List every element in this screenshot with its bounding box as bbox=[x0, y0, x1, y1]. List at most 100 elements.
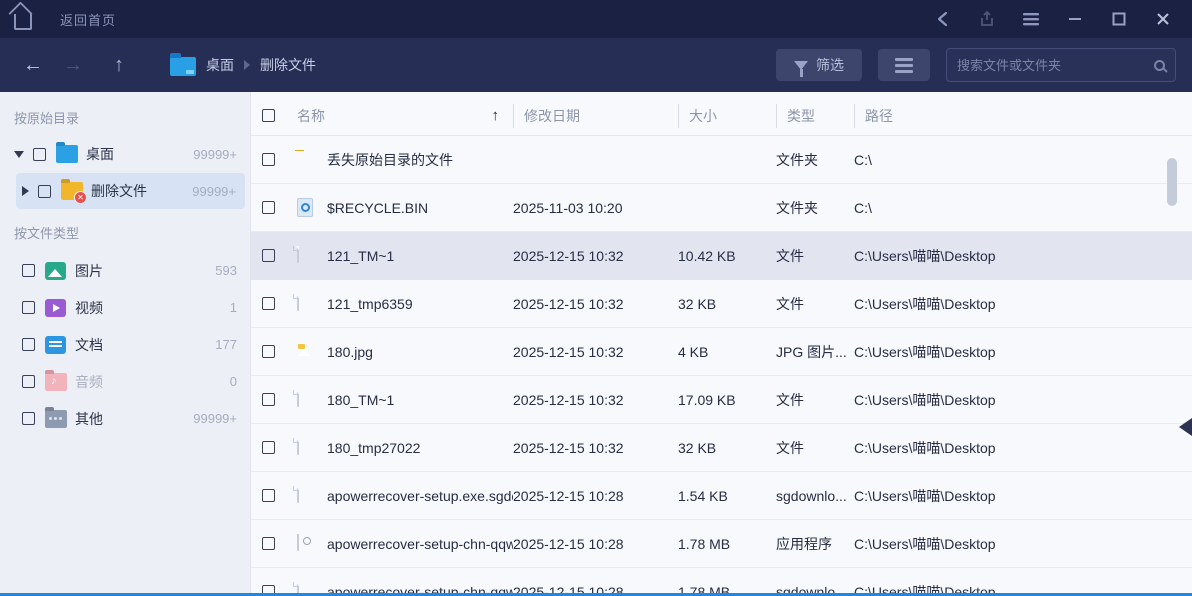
column-header-path[interactable]: 路径 bbox=[854, 96, 1192, 135]
sidebar-item-label: 视频 bbox=[75, 298, 103, 318]
file-path: C:\Users\喵喵\Desktop bbox=[854, 486, 1192, 506]
checkbox[interactable] bbox=[262, 441, 275, 454]
sort-ascending-icon[interactable]: ↑ bbox=[492, 107, 500, 124]
file-date: 2025-12-15 10:32 bbox=[513, 392, 678, 408]
item-count: 1 bbox=[230, 300, 237, 315]
checkbox[interactable] bbox=[262, 249, 275, 262]
checkbox[interactable] bbox=[262, 297, 275, 310]
checkbox[interactable] bbox=[22, 301, 35, 314]
filter-button[interactable]: 筛选 bbox=[776, 49, 862, 81]
checkbox[interactable] bbox=[262, 393, 275, 406]
file-date: 2025-12-15 10:32 bbox=[513, 344, 678, 360]
caret-right-icon[interactable] bbox=[22, 186, 29, 196]
file-path: C:\ bbox=[854, 152, 1192, 168]
table-row[interactable]: 121_tmp6359 2025-12-15 10:32 32 KB 文件 C:… bbox=[251, 280, 1192, 328]
recycle-bin-icon bbox=[297, 198, 313, 217]
item-count: 0 bbox=[230, 374, 237, 389]
table-row[interactable]: $RECYCLE.BIN 2025-11-03 10:20 文件夹 C:\ bbox=[251, 184, 1192, 232]
folder-icon bbox=[56, 145, 78, 163]
file-date: 2025-12-15 10:32 bbox=[513, 296, 678, 312]
search-icon[interactable] bbox=[1154, 60, 1165, 71]
table-row[interactable]: 丢失原始目录的文件 文件夹 C:\ bbox=[251, 136, 1192, 184]
sidebar-item-desktop[interactable]: 桌面 99999+ bbox=[0, 137, 250, 171]
sidebar-item-audio[interactable]: ♪ 音频 0 bbox=[0, 363, 250, 400]
search-input[interactable] bbox=[957, 58, 1154, 73]
maximize-icon[interactable] bbox=[1104, 6, 1134, 32]
menu-icon[interactable] bbox=[1016, 6, 1046, 32]
file-icon bbox=[297, 390, 299, 407]
column-header-type[interactable]: 类型 bbox=[776, 96, 854, 135]
table-row[interactable]: 180_TM~1 2025-12-15 10:32 17.09 KB 文件 C:… bbox=[251, 376, 1192, 424]
file-icon bbox=[297, 246, 299, 263]
file-type: 文件 bbox=[776, 246, 854, 266]
forward-button[interactable]: → bbox=[56, 54, 90, 77]
file-name: 180.jpg bbox=[327, 344, 373, 360]
sidebar-item-deleted-files[interactable]: ✕ 删除文件 99999+ bbox=[16, 173, 245, 209]
sidebar-item-others[interactable]: 其他 99999+ bbox=[0, 400, 250, 437]
table-row[interactable]: apowerrecover-setup-chn-qqw... 2025-12-1… bbox=[251, 568, 1192, 596]
file-name: 丢失原始目录的文件 bbox=[327, 150, 453, 170]
file-size: 10.42 KB bbox=[678, 248, 776, 264]
checkbox[interactable] bbox=[38, 185, 51, 198]
file-size: 1.78 MB bbox=[678, 536, 776, 552]
breadcrumb-deleted-files[interactable]: 删除文件 bbox=[260, 55, 316, 75]
table-header: 名称 ↑ 修改日期 大小 类型 路径 bbox=[251, 96, 1192, 136]
file-name: 121_TM~1 bbox=[327, 248, 394, 264]
checkbox[interactable] bbox=[22, 264, 35, 277]
file-name: 180_TM~1 bbox=[327, 392, 394, 408]
breadcrumb: 桌面 删除文件 bbox=[170, 54, 316, 76]
table-row-selected[interactable]: 121_TM~1 2025-12-15 10:32 10.42 KB 文件 C:… bbox=[251, 232, 1192, 280]
view-menu-button[interactable] bbox=[878, 49, 930, 81]
breadcrumb-desktop[interactable]: 桌面 bbox=[206, 55, 234, 75]
select-all-checkbox[interactable] bbox=[262, 109, 275, 122]
table-row[interactable]: 180_tmp27022 2025-12-15 10:32 32 KB 文件 C… bbox=[251, 424, 1192, 472]
file-size: 32 KB bbox=[678, 440, 776, 456]
home-button[interactable]: 返回首页 bbox=[14, 8, 116, 30]
close-icon[interactable] bbox=[1148, 6, 1178, 32]
file-type: 文件夹 bbox=[776, 150, 854, 170]
deleted-folder-icon: ✕ bbox=[61, 182, 83, 200]
column-header-date[interactable]: 修改日期 bbox=[513, 96, 678, 135]
file-date: 2025-12-15 10:28 bbox=[513, 488, 678, 504]
share-icon[interactable] bbox=[928, 6, 958, 32]
home-icon bbox=[14, 14, 32, 30]
sidebar: 按原始目录 桌面 99999+ ✕ 删除文件 99999+ 按文件类型 图片 bbox=[0, 92, 251, 596]
checkbox[interactable] bbox=[33, 148, 46, 161]
sidebar-item-documents[interactable]: 文档 177 bbox=[0, 326, 250, 363]
column-header-size[interactable]: 大小 bbox=[678, 96, 776, 135]
minimize-icon[interactable] bbox=[1060, 6, 1090, 32]
checkbox[interactable] bbox=[262, 345, 275, 358]
file-type: JPG 图片... bbox=[776, 342, 854, 362]
sidebar-item-images[interactable]: 图片 593 bbox=[0, 252, 250, 289]
table-row[interactable]: apowerrecover-setup.exe.sgdo... 2025-12-… bbox=[251, 472, 1192, 520]
funnel-icon bbox=[794, 61, 808, 70]
file-name: $RECYCLE.BIN bbox=[327, 200, 428, 216]
checkbox[interactable] bbox=[262, 201, 275, 214]
file-icon bbox=[297, 486, 299, 503]
item-count: 99999+ bbox=[193, 411, 237, 426]
caret-down-icon[interactable] bbox=[14, 151, 24, 158]
file-path: C:\Users\喵喵\Desktop bbox=[854, 438, 1192, 458]
file-type: 文件 bbox=[776, 294, 854, 314]
checkbox[interactable] bbox=[22, 412, 35, 425]
collapse-panel-arrow-icon[interactable] bbox=[1179, 418, 1192, 436]
checkbox[interactable] bbox=[262, 537, 275, 550]
checkbox[interactable] bbox=[22, 375, 35, 388]
sidebar-item-videos[interactable]: 视频 1 bbox=[0, 289, 250, 326]
up-button[interactable]: ↑ bbox=[102, 54, 136, 77]
toolbar: ← → ↑ 桌面 删除文件 筛选 bbox=[0, 38, 1192, 92]
item-count: 99999+ bbox=[193, 147, 237, 162]
back-button[interactable]: ← bbox=[16, 54, 50, 77]
checkbox[interactable] bbox=[262, 153, 275, 166]
export-icon[interactable] bbox=[972, 6, 1002, 32]
vertical-scrollbar[interactable] bbox=[1167, 158, 1177, 206]
checkbox[interactable] bbox=[262, 489, 275, 502]
checkbox[interactable] bbox=[22, 338, 35, 351]
item-count: 99999+ bbox=[192, 184, 236, 199]
table-row[interactable]: apowerrecover-setup-chn-qqw... 2025-12-1… bbox=[251, 520, 1192, 568]
column-header-name[interactable]: 名称 ↑ bbox=[251, 96, 513, 135]
sidebar-item-label: 音频 bbox=[75, 372, 103, 392]
file-type: 文件 bbox=[776, 390, 854, 410]
file-path: C:\Users\喵喵\Desktop bbox=[854, 246, 1192, 266]
table-row[interactable]: 180.jpg 2025-12-15 10:32 4 KB JPG 图片... … bbox=[251, 328, 1192, 376]
